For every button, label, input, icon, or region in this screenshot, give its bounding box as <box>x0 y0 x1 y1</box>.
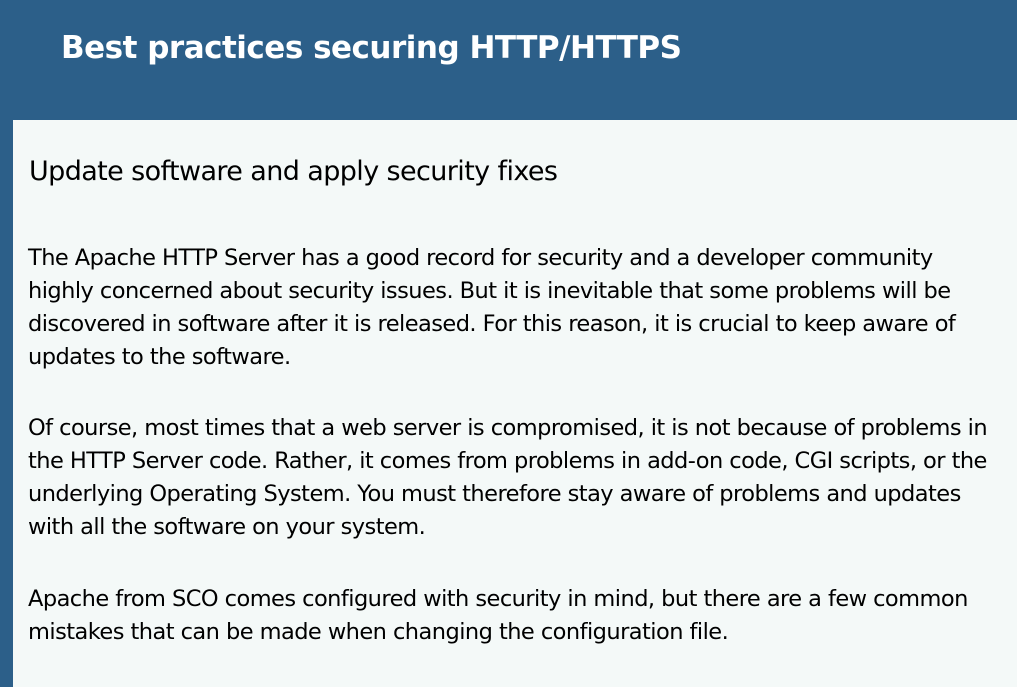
slide-header: Best practices securing HTTP/HTTPS <box>0 0 1017 120</box>
section-heading: Update software and apply security fixes <box>29 156 558 187</box>
slide-content-panel: Update software and apply security fixes… <box>13 120 1017 687</box>
slide-page: Best practices securing HTTP/HTTPS Updat… <box>0 0 1017 687</box>
slide-title: Best practices securing HTTP/HTTPS <box>61 30 682 66</box>
paragraph-sco-configuration: Apache from SCO comes configured with se… <box>28 586 968 645</box>
paragraph-updates: The Apache HTTP Server has a good record… <box>28 245 956 370</box>
paragraph-compromise-causes: Of course, most times that a web server … <box>28 415 988 540</box>
